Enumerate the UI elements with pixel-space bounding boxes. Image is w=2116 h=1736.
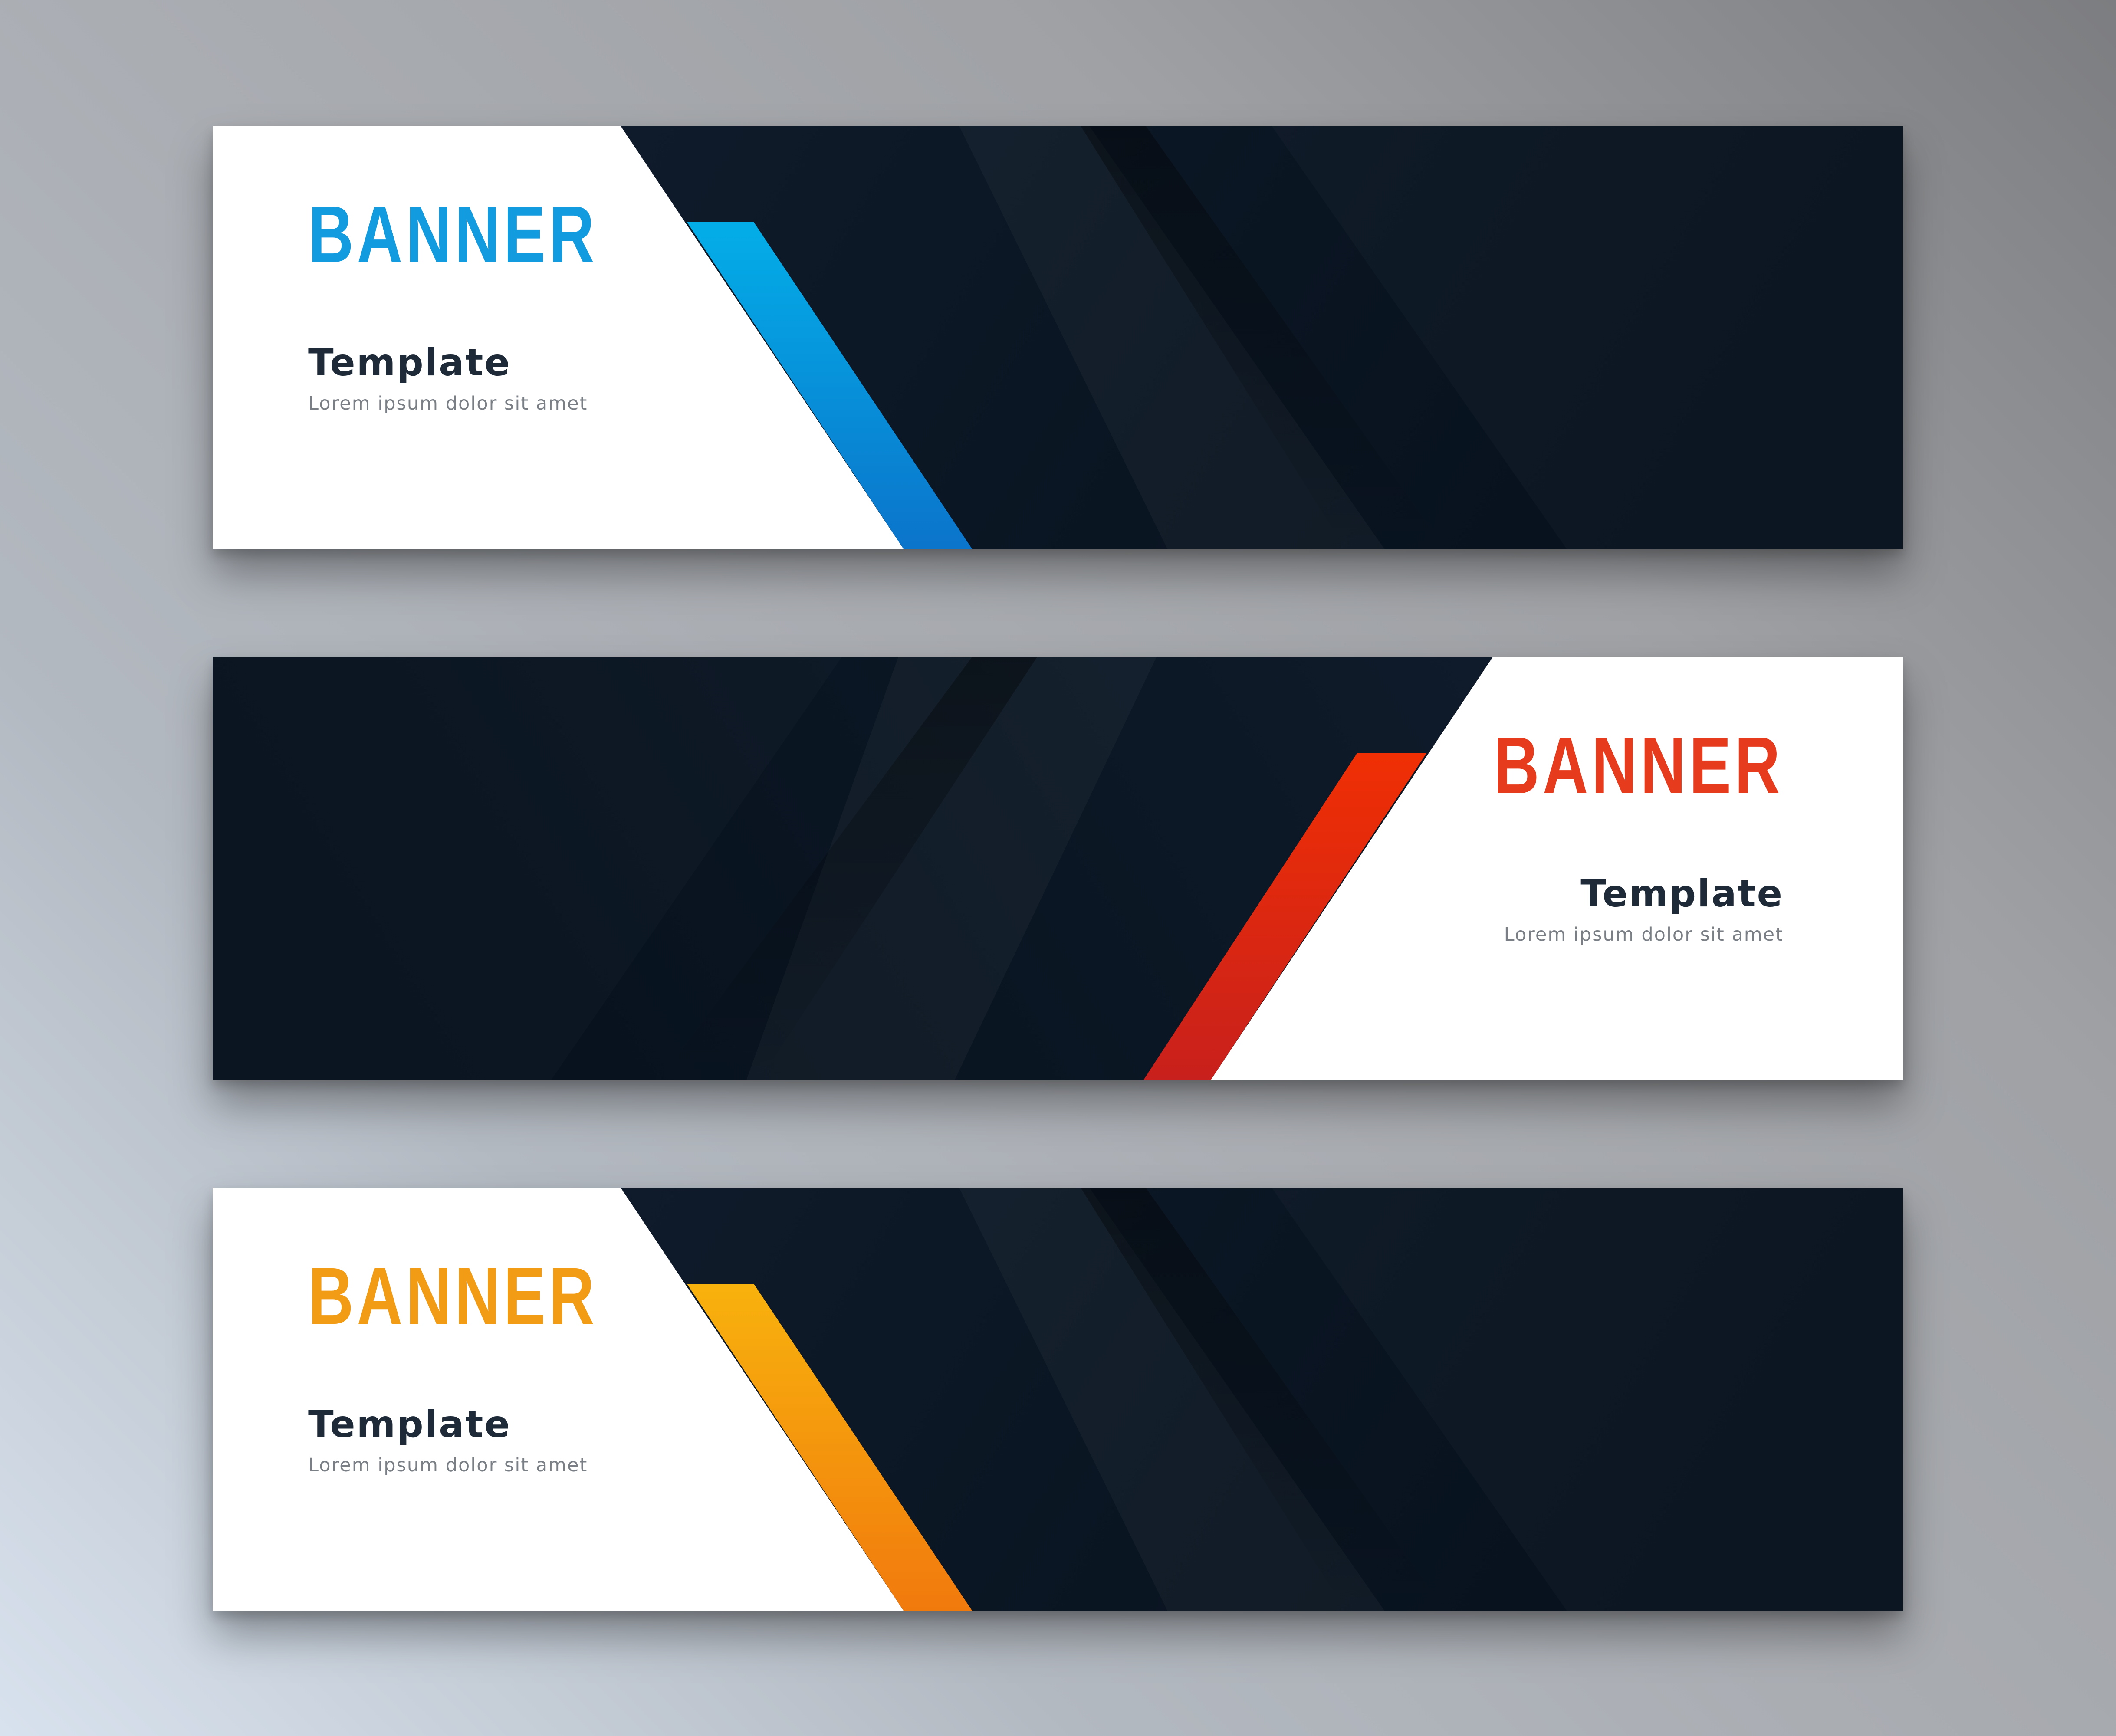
page-background: { "colors": { "blue_accent": "#139be0", … [0,0,2116,1736]
text-group: BANNER Template Lorem ipsum dolor sit am… [308,1188,655,1611]
banner-subheading: Template [308,341,511,384]
banner-red: BANNER Template Lorem ipsum dolor sit am… [213,657,1903,1080]
banner-blue: BANNER Template Lorem ipsum dolor sit am… [213,126,1903,549]
banner-heading: BANNER [308,190,598,279]
banner-subheading: Template [1580,872,1784,916]
banner-caption: Lorem ipsum dolor sit amet [1504,924,1784,945]
banner-orange: BANNER Template Lorem ipsum dolor sit am… [213,1188,1903,1611]
banner-subheading: Template [308,1403,511,1446]
banner-caption: Lorem ipsum dolor sit amet [308,393,588,414]
banner-caption: Lorem ipsum dolor sit amet [308,1454,588,1476]
text-group: BANNER Template Lorem ipsum dolor sit am… [1436,657,1784,1080]
banner-heading: BANNER [1494,721,1784,811]
text-group: BANNER Template Lorem ipsum dolor sit am… [308,126,655,549]
banner-heading: BANNER [308,1251,598,1341]
